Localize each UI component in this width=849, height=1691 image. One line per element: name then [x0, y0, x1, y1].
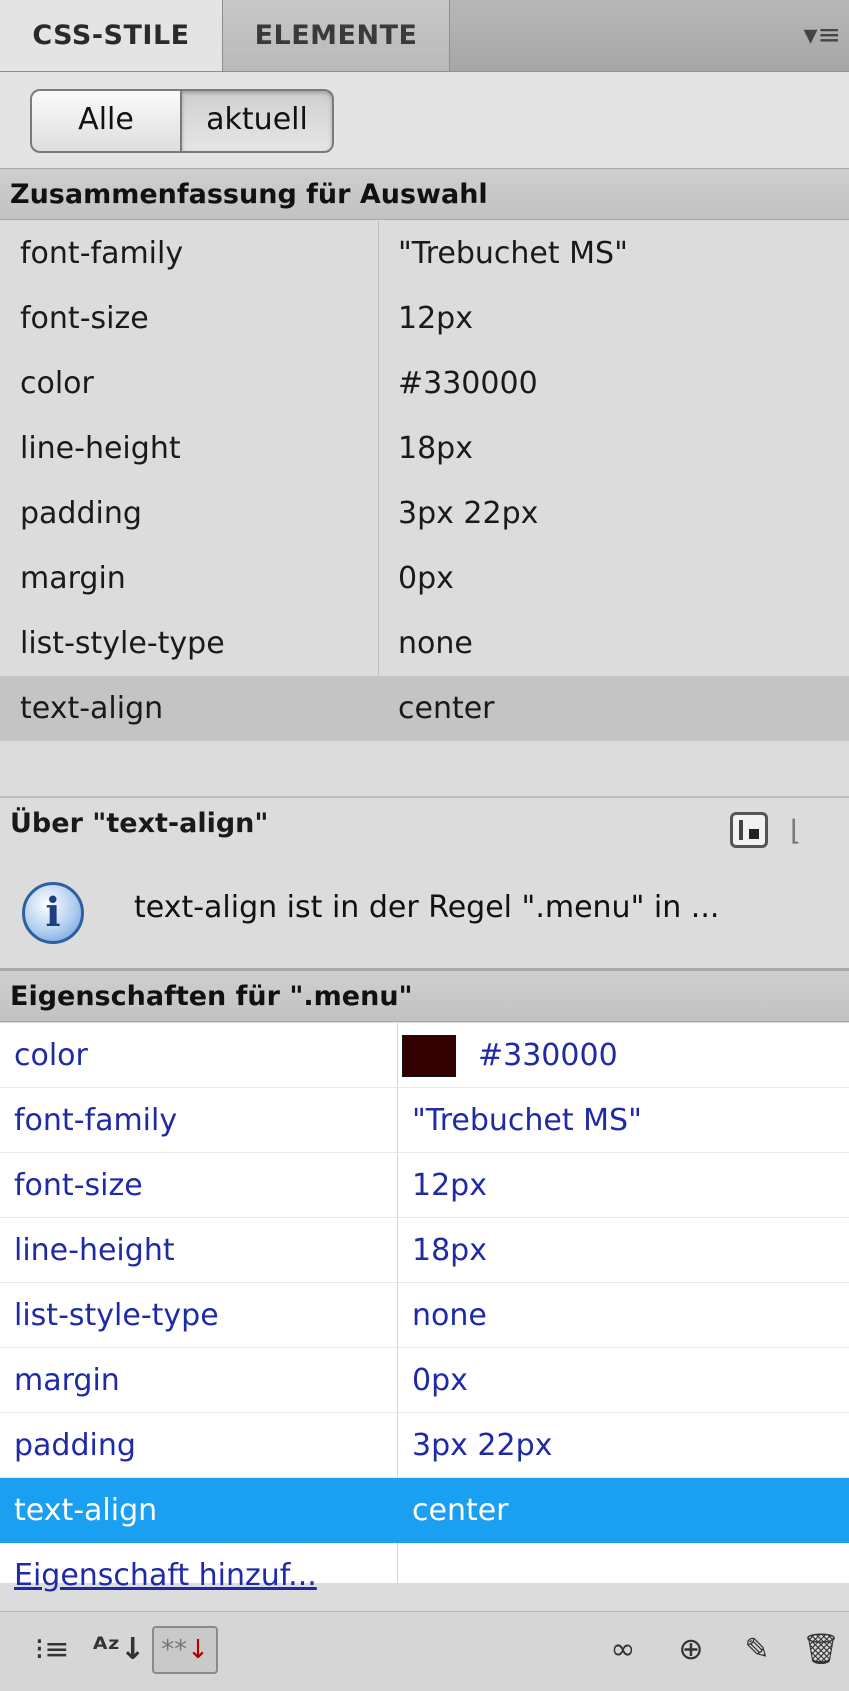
property-name: line-height	[14, 1233, 175, 1268]
new-css-rule-icon[interactable]: ⊕	[666, 1626, 716, 1674]
delete-rule-icon[interactable]: 🗑	[798, 1626, 844, 1674]
set-properties-arrow: ↓	[187, 1635, 209, 1665]
summary-row-selected[interactable]: text-align center	[0, 676, 849, 741]
show-cascade-view-icon[interactable]	[730, 812, 768, 848]
current-button[interactable]: aktuell	[180, 89, 334, 153]
icon-square	[749, 829, 759, 839]
property-name: padding	[20, 496, 142, 531]
about-panel: i text-align ist in der Regel ".menu" in…	[0, 858, 849, 970]
alphabetical-view-icon[interactable]: ᴬᶻ↓	[92, 1626, 146, 1674]
property-value: 18px	[398, 431, 473, 466]
property-value: 0px	[398, 561, 454, 596]
show-info-view-icon[interactable]: ⌊	[790, 816, 820, 846]
property-value[interactable]: 3px 22px	[412, 1413, 552, 1478]
color-swatch[interactable]	[402, 1035, 456, 1077]
property-value[interactable]: "Trebuchet MS"	[412, 1088, 642, 1153]
property-name: font-size	[20, 301, 149, 336]
property-name: text-align	[20, 691, 164, 726]
panel-menu-icon[interactable]: ▾≡	[801, 18, 841, 52]
property-name: font-family	[14, 1103, 178, 1138]
property-row[interactable]: padding 3px 22px	[0, 1413, 849, 1478]
property-row[interactable]: color #330000	[0, 1023, 849, 1088]
summary-table: font-family "Trebuchet MS" font-size 12p…	[0, 221, 849, 798]
summary-row[interactable]: line-height 18px	[0, 416, 849, 481]
property-value[interactable]: 18px	[412, 1218, 487, 1283]
properties-table: color #330000 font-family "Trebuchet MS"…	[0, 1023, 849, 1593]
summary-section-header[interactable]: Zusammenfassung für Auswahl	[0, 168, 849, 220]
property-name: margin	[20, 561, 126, 596]
edit-rule-icon[interactable]: ✎	[734, 1626, 780, 1674]
css-styles-panel: CSS-STILE ELEMENTE ▾≡ Alle aktuell Zusam…	[0, 0, 849, 1691]
info-icon: i	[22, 882, 84, 944]
property-name: color	[20, 366, 94, 401]
property-row[interactable]: line-height 18px	[0, 1218, 849, 1283]
property-row[interactable]: font-size 12px	[0, 1153, 849, 1218]
summary-row[interactable]: font-size 12px	[0, 286, 849, 351]
tab-css-styles[interactable]: CSS-STILE	[0, 0, 223, 71]
property-name: font-family	[20, 236, 184, 271]
property-value[interactable]: 12px	[412, 1153, 487, 1218]
property-name: padding	[14, 1428, 136, 1463]
property-row[interactable]: margin 0px	[0, 1348, 849, 1413]
property-value: "Trebuchet MS"	[398, 236, 628, 271]
property-value[interactable]: #330000	[478, 1023, 618, 1088]
property-value: center	[398, 691, 495, 726]
property-value: #330000	[398, 366, 538, 401]
property-value[interactable]: 0px	[412, 1348, 468, 1413]
tab-elements[interactable]: ELEMENTE	[223, 0, 450, 71]
attach-stylesheet-icon[interactable]: ∞	[598, 1626, 648, 1674]
property-row[interactable]: font-family "Trebuchet MS"	[0, 1088, 849, 1153]
about-section-header[interactable]: Über "text-align"	[0, 796, 849, 858]
property-name: font-size	[14, 1168, 143, 1203]
set-properties-glyph: **	[161, 1635, 188, 1665]
all-button[interactable]: Alle	[30, 89, 180, 153]
property-name: list-style-type	[20, 626, 225, 661]
summary-row[interactable]: list-style-type none	[0, 611, 849, 676]
property-name: color	[14, 1038, 88, 1073]
category-view-icon[interactable]: ⁝≡	[30, 1626, 74, 1674]
property-name: line-height	[20, 431, 181, 466]
property-value: 12px	[398, 301, 473, 336]
property-name: list-style-type	[14, 1298, 219, 1333]
property-value[interactable]: none	[412, 1283, 487, 1348]
properties-section-header[interactable]: Eigenschaften für ".menu"	[0, 970, 849, 1022]
property-row-selected[interactable]: text-align center	[0, 1478, 849, 1543]
bottom-toolbar: ⁝≡ ᴬᶻ↓ **↓ ∞ ⊕ ✎ 🗑	[0, 1611, 849, 1691]
mode-toggle-bar: Alle aktuell	[0, 72, 849, 168]
summary-row[interactable]: margin 0px	[0, 546, 849, 611]
about-text: text-align ist in der Regel ".menu" in .…	[134, 890, 720, 925]
summary-row[interactable]: padding 3px 22px	[0, 481, 849, 546]
property-name: margin	[14, 1363, 120, 1398]
add-property-link[interactable]: Eigenschaft hinzuf...	[14, 1543, 317, 1608]
show-set-properties-icon[interactable]: **↓	[152, 1626, 218, 1674]
summary-row[interactable]: font-family "Trebuchet MS"	[0, 221, 849, 286]
property-value: none	[398, 626, 473, 661]
property-name: text-align	[14, 1493, 158, 1528]
property-row[interactable]: list-style-type none	[0, 1283, 849, 1348]
property-value[interactable]: center	[412, 1478, 509, 1543]
summary-row[interactable]: color #330000	[0, 351, 849, 416]
icon-line	[739, 820, 743, 840]
tab-bar: CSS-STILE ELEMENTE ▾≡	[0, 0, 849, 72]
add-property-row[interactable]: Eigenschaft hinzuf...	[0, 1543, 849, 1608]
property-value: 3px 22px	[398, 496, 539, 531]
